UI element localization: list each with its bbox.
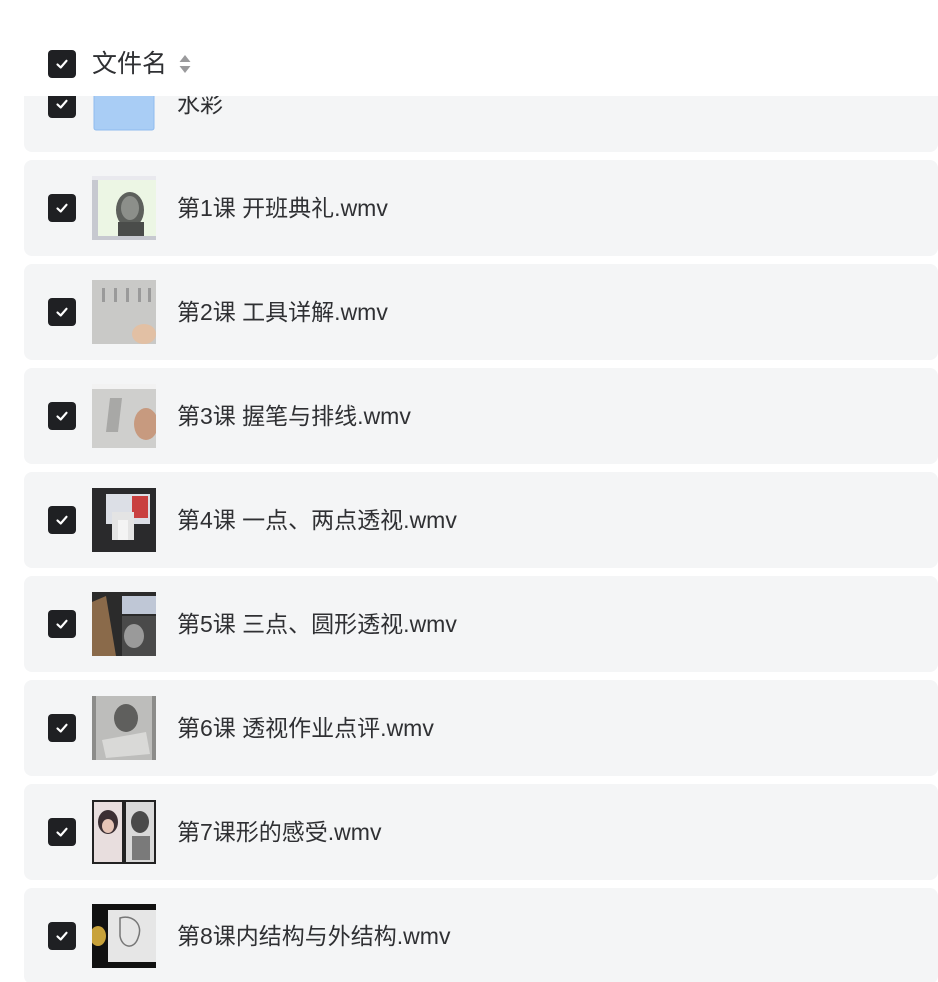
file-name[interactable]: 第6课 透视作业点评.wmv [177,680,434,776]
video-thumbnail[interactable] [92,904,156,968]
file-row[interactable]: 第5课 三点、圆形透视.wmv [24,576,938,672]
row-checkbox[interactable] [48,298,76,326]
video-thumbnail[interactable] [92,488,156,552]
file-name[interactable]: 第2课 工具详解.wmv [177,264,388,360]
video-thumbnail[interactable] [92,800,156,864]
checkmark-icon [56,59,68,69]
video-thumbnail[interactable] [92,592,156,656]
checkmark-icon [56,307,68,317]
checkmark-icon [56,99,68,109]
file-name[interactable]: 第1课 开班典礼.wmv [177,160,388,256]
file-row[interactable]: 第7课形的感受.wmv [24,784,938,880]
video-thumbnail[interactable] [92,384,156,448]
file-name[interactable]: 第7课形的感受.wmv [177,784,381,880]
file-row[interactable]: 第6课 透视作业点评.wmv [24,680,938,776]
checkmark-icon [56,203,68,213]
video-thumbnail[interactable] [92,696,156,760]
row-checkbox[interactable] [48,194,76,222]
row-checkbox[interactable] [48,610,76,638]
file-name[interactable]: 第5课 三点、圆形透视.wmv [177,576,457,672]
select-all-checkbox[interactable] [48,50,76,78]
file-name[interactable]: 第4课 一点、两点透视.wmv [177,472,457,568]
file-row[interactable]: 第1课 开班典礼.wmv [24,160,938,256]
file-list-header: 文件名 [0,0,938,96]
checkmark-icon [56,515,68,525]
video-thumbnail[interactable] [92,176,156,240]
video-thumbnail[interactable] [92,280,156,344]
file-row[interactable]: 第3课 握笔与排线.wmv [24,368,938,464]
file-row[interactable]: 第2课 工具详解.wmv [24,264,938,360]
file-row[interactable]: 第4课 一点、两点透视.wmv [24,472,938,568]
checkmark-icon [56,931,68,941]
checkmark-icon [56,723,68,733]
file-name[interactable]: 第8课内结构与外结构.wmv [177,888,450,982]
row-checkbox[interactable] [48,402,76,430]
file-row[interactable]: 第8课内结构与外结构.wmv [24,888,938,982]
checkmark-icon [56,619,68,629]
checkmark-icon [56,411,68,421]
sort-icon[interactable] [178,53,192,75]
row-checkbox[interactable] [48,714,76,742]
file-name[interactable]: 第3课 握笔与排线.wmv [177,368,411,464]
row-checkbox[interactable] [48,922,76,950]
row-checkbox[interactable] [48,506,76,534]
checkmark-icon [56,827,68,837]
row-checkbox[interactable] [48,818,76,846]
file-list: 水彩 第1课 开班典礼.wmv 第2课 工具详解.wmv 第3课 握笔与排线.w… [0,0,938,982]
column-header-filename[interactable]: 文件名 [92,44,167,84]
